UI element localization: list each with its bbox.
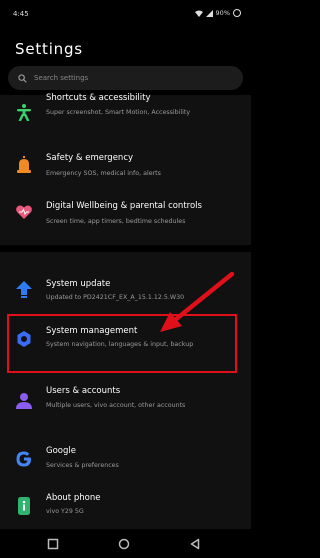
battery-icon xyxy=(233,9,241,17)
item-subtitle: Screen time, app timers, bedtime schedul… xyxy=(46,218,186,225)
google-icon xyxy=(16,451,31,467)
settings-item-users-accounts[interactable]: Users & accounts Multiple users, vivo ac… xyxy=(0,384,251,426)
settings-item-safety[interactable]: Safety & emergency Emergency SOS, medica… xyxy=(0,148,251,184)
item-subtitle: Updated to PD2421CF_EX_A_15.1.12.5.W30 xyxy=(46,294,185,301)
recents-icon[interactable] xyxy=(47,538,59,550)
back-icon[interactable] xyxy=(189,538,201,550)
settings-item-google[interactable]: Google Services & preferences xyxy=(0,442,251,474)
accessibility-icon xyxy=(17,104,31,121)
item-title: System update xyxy=(46,279,111,289)
emergency-icon xyxy=(17,156,31,173)
item-title: Users & accounts xyxy=(46,386,121,396)
status-bar: 4:45 90% xyxy=(0,0,251,30)
settings-item-digital-wellbeing[interactable]: Digital Wellbeing & parental controls Sc… xyxy=(0,195,251,231)
item-subtitle: Multiple users, vivo account, other acco… xyxy=(46,402,186,409)
item-subtitle: Super screenshot, Smart Motion, Accessib… xyxy=(46,109,191,116)
signal-icon xyxy=(205,9,213,17)
item-title: Digital Wellbeing & parental controls xyxy=(46,201,202,211)
status-icons: 90% xyxy=(194,9,241,17)
battery-percent: 90% xyxy=(215,9,230,17)
settings-item-system-update[interactable]: System update Updated to PD2421CF_EX_A_1… xyxy=(0,274,251,306)
wifi-icon xyxy=(194,10,203,17)
group-divider xyxy=(0,245,251,252)
phone-info-icon xyxy=(18,497,30,515)
heart-icon xyxy=(16,205,32,219)
settings-item-accessibility[interactable]: Shortcuts & accessibility Super screensh… xyxy=(0,92,251,142)
search-icon xyxy=(18,73,27,83)
item-subtitle: Emergency SOS, medical info, alerts xyxy=(46,170,161,177)
item-title: Shortcuts & accessibility xyxy=(46,93,151,103)
item-title: Google xyxy=(46,446,76,456)
page-title: Settings xyxy=(15,40,83,58)
highlight-box xyxy=(7,314,237,373)
search-input[interactable] xyxy=(34,74,214,82)
item-title: About phone xyxy=(46,493,101,503)
user-icon xyxy=(16,393,32,409)
settings-item-about-phone[interactable]: About phone vivo Y29 5G xyxy=(0,490,251,526)
search-bar[interactable] xyxy=(8,66,243,90)
home-icon[interactable] xyxy=(118,538,130,550)
item-subtitle: vivo Y29 5G xyxy=(46,508,84,515)
item-subtitle: Services & preferences xyxy=(46,462,119,469)
update-arrow-icon xyxy=(16,281,32,298)
item-title: Safety & emergency xyxy=(46,153,134,163)
status-time: 4:45 xyxy=(13,10,29,18)
navigation-bar xyxy=(0,530,251,558)
